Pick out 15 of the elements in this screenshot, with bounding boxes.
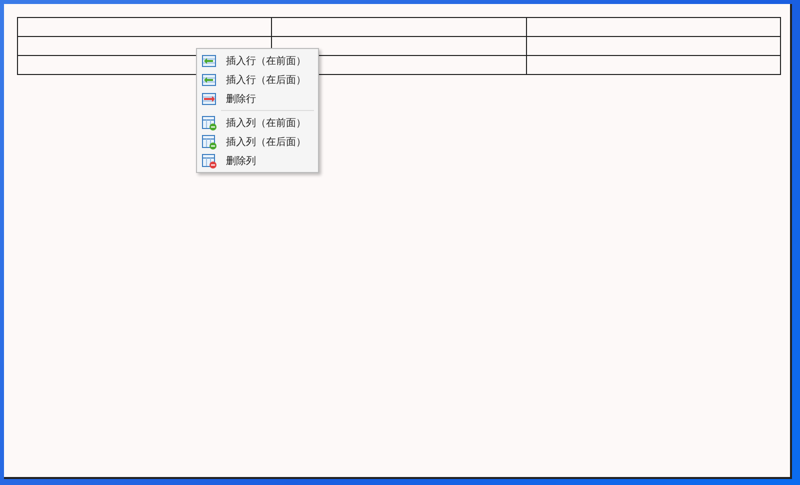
table-cell[interactable] xyxy=(526,36,780,56)
table-cell[interactable] xyxy=(526,18,780,36)
menu-item[interactable]: 删除行 xyxy=(197,89,318,108)
table-cell[interactable] xyxy=(18,18,272,36)
menu-item[interactable]: 插入列（在后面） xyxy=(197,132,318,151)
menu-item[interactable]: 插入行（在后面） xyxy=(197,70,318,89)
menu-item[interactable]: 插入行（在前面） xyxy=(197,51,318,70)
row-delete-icon xyxy=(201,90,217,106)
column-delete-icon xyxy=(201,152,217,168)
menu-item[interactable]: 插入列（在前面） xyxy=(197,113,318,132)
table-cell[interactable] xyxy=(526,56,780,74)
row-add-icon xyxy=(201,72,217,88)
row-add-icon xyxy=(201,52,217,68)
table-cell[interactable] xyxy=(272,18,526,36)
menu-item[interactable]: 删除列 xyxy=(197,151,318,170)
